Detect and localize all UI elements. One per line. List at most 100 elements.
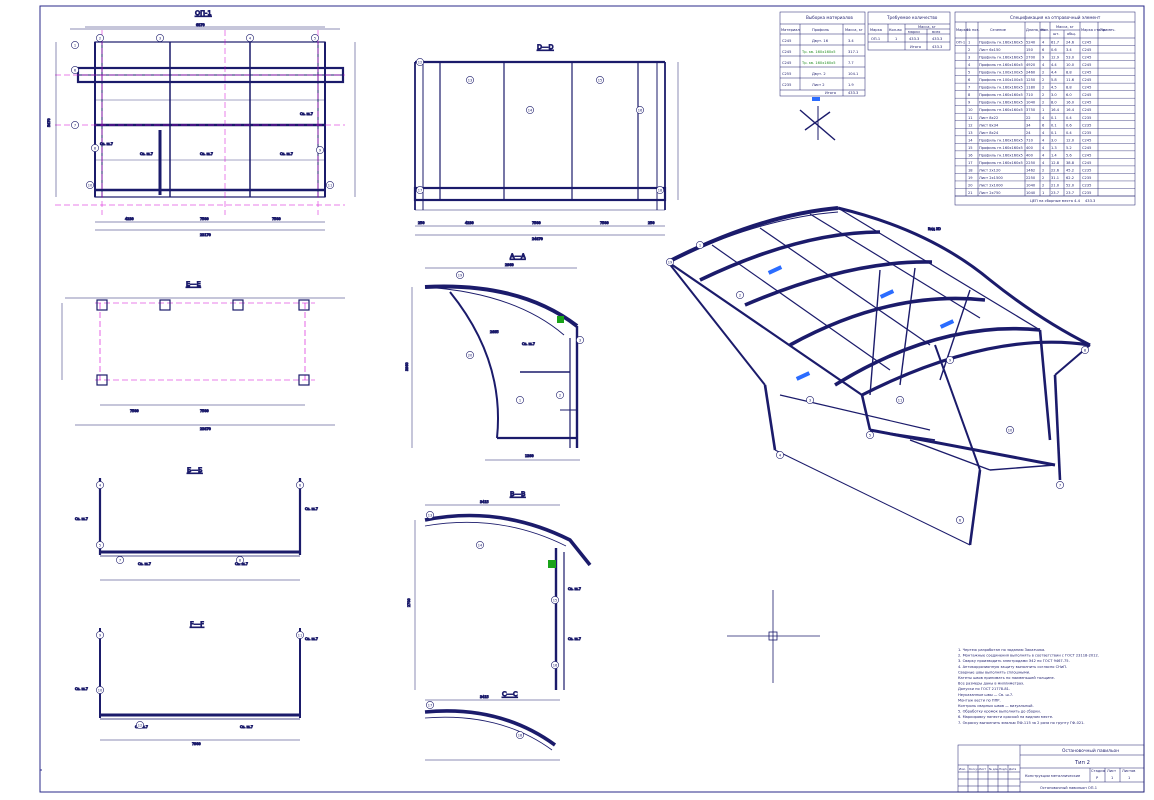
spec-cell: 2250 <box>1026 161 1036 165</box>
plan-weld-1: Св. ш.7 <box>140 152 153 156</box>
position-number: 18 <box>658 188 663 192</box>
spec-cell: 710 <box>1026 93 1034 97</box>
position-number: 1 <box>699 243 701 247</box>
spec-cell: 0.1 <box>1051 116 1057 120</box>
materials-r2c1: С245 <box>782 50 791 54</box>
spec-cell: Профиль гн.160х160х5 <box>979 86 1023 90</box>
req-h1: Марка <box>870 28 882 32</box>
note-line: 3. Сварку производить электродами Э42 по… <box>958 659 1070 663</box>
spec-total-label: ЦЕП на сборные места 4-4 <box>1030 199 1081 203</box>
spec-total: 433.3 <box>1085 199 1095 203</box>
stamp-sheet: 1 <box>1111 776 1113 780</box>
spec-cell: С235 <box>1082 191 1091 195</box>
materials-h1: Материал <box>781 28 800 32</box>
plan-title: ОП-1 <box>195 9 212 17</box>
spec-cell: 2 <box>1042 78 1044 82</box>
spec-cell: 1.4 <box>1051 153 1057 157</box>
req-sub1: марки <box>908 30 920 34</box>
spec-cell: 710 <box>1026 138 1034 142</box>
spec-cell: 1 <box>1042 108 1044 112</box>
materials-r5c3: 1.9 <box>848 83 854 87</box>
materials-r3c2: Тр. кв. 160х160х5 <box>801 61 836 65</box>
materials-total: 433.3 <box>848 91 858 95</box>
position-number: 5 <box>99 543 101 547</box>
stamp-sheet-h: Лист <box>1107 769 1116 773</box>
aa-dim-mid: 2695 <box>490 330 499 334</box>
spec-cell: 0.6 <box>1051 48 1057 52</box>
spec-cell: 5240 <box>1026 41 1036 45</box>
ee-dim-b: 7500 <box>200 409 209 413</box>
spec-cell: 62.2 <box>1066 176 1074 180</box>
spec-cell: Лист 8х22 <box>979 116 998 120</box>
spec-cell: 12.8 <box>1051 161 1060 165</box>
spec-cell: С245 <box>1082 108 1091 112</box>
spec-cell: С245 <box>1082 101 1091 105</box>
spec-cell: Профиль гн.160х160х5 <box>979 101 1023 105</box>
position-number: 11 <box>328 183 333 187</box>
spec-cell: С235 <box>1082 168 1091 172</box>
spec-cell: 13 <box>968 131 973 135</box>
note-line: Допуски по ГОСТ 21778-81. <box>958 687 1010 691</box>
req-r1c1: ОП-1 <box>871 37 880 41</box>
spec-cell: Профиль гн.160х160х5 <box>979 56 1023 60</box>
materials-r2c3: 317.1 <box>848 50 858 54</box>
spec-cell: 11 <box>968 116 973 120</box>
materials-r4c1: С255 <box>782 72 791 76</box>
req-h3: Масса, кг <box>918 25 936 29</box>
bb-weld-2: Св. ш.7 <box>568 637 581 641</box>
note-line: Сварные швы выполнять сплошными. <box>958 670 1030 674</box>
dd-dim-total: 24870 <box>532 237 543 241</box>
spec-cell: 1040 <box>1026 183 1036 187</box>
section-bb-small-title: Б—Б <box>187 466 202 474</box>
spec-cell: Профиль гн.160х160х5 <box>979 93 1023 97</box>
spec-cell: Лист 2х1000 <box>979 183 1004 187</box>
spec-cell: 31.1 <box>1051 176 1059 180</box>
position-number: 14 <box>528 108 533 112</box>
position-number: 19 <box>458 273 463 277</box>
spec-cell: 6.0 <box>1066 93 1072 97</box>
spec-cell: Профиль гн.160х160х5 <box>979 146 1023 150</box>
materials-r1c3: 3.4 <box>848 39 854 43</box>
spec-cell: Лист 2х1500 <box>979 176 1004 180</box>
note-line: 5. Обработку кромок выполнить до сборки. <box>958 710 1041 714</box>
stamp-col-5: Подп. <box>999 767 1008 771</box>
req-r1c2: 1 <box>895 37 897 41</box>
plan-dim-left: 4230 <box>125 217 134 221</box>
position-number: 3 <box>579 338 581 342</box>
spec-cell: С245 <box>1082 161 1091 165</box>
spec-cell: 3.0 <box>1051 93 1057 97</box>
spec-cell: 34 <box>1026 123 1031 127</box>
spec-cell: С245 <box>1082 138 1091 142</box>
spec-h-qty: Кол. <box>1041 28 1049 32</box>
ff-weld-2: Св. ш.7 <box>305 637 318 641</box>
spec-cell: 5.2 <box>1066 146 1072 150</box>
spec-cell: 7 <box>968 86 970 90</box>
stamp-col-6: Дата <box>1009 767 1017 771</box>
spec-cell: Лист 8х24 <box>979 131 999 135</box>
position-number: 3 <box>159 36 161 40</box>
spec-cell: 52.0 <box>1066 183 1075 187</box>
dd-dim-2: 4230 <box>465 221 474 225</box>
note-line: Неуказанные швы — Св. ш.7. <box>958 693 1013 697</box>
req-sub2: всех <box>932 30 941 34</box>
position-number: 12 <box>418 60 423 64</box>
stamp-stage-h: Стадия <box>1091 769 1105 773</box>
stamp-name: Остановочный павильон ОП-1 <box>1040 786 1097 790</box>
spec-cell: 12 <box>968 123 973 127</box>
spec-h-mass: Масса, кг <box>1056 25 1074 29</box>
stamp-doc: Конструкции металлические <box>1025 774 1081 778</box>
materials-r2c2: Тр. кв. 160х160х5 <box>801 50 836 54</box>
req-title: Требуемое количество <box>886 15 938 20</box>
section-ff-title: F—F <box>190 620 204 628</box>
ff-weld-4: Св. ш.7 <box>240 725 253 729</box>
position-number: 7 <box>1059 483 1061 487</box>
ee-dim-total: 23870 <box>200 427 211 431</box>
aa-dim-top: 2960 <box>505 263 514 267</box>
spec-cell: 10.0 <box>1066 63 1075 67</box>
spec-cell: 2 <box>1042 101 1044 105</box>
stamp-col-3: Лист <box>979 767 986 771</box>
spec-cell: 22.6 <box>1051 168 1060 172</box>
spec-cell: С245 <box>1082 41 1091 45</box>
bb-weld-1: Св. ш.7 <box>568 587 581 591</box>
aa-dim-h: 3960 <box>405 362 409 371</box>
